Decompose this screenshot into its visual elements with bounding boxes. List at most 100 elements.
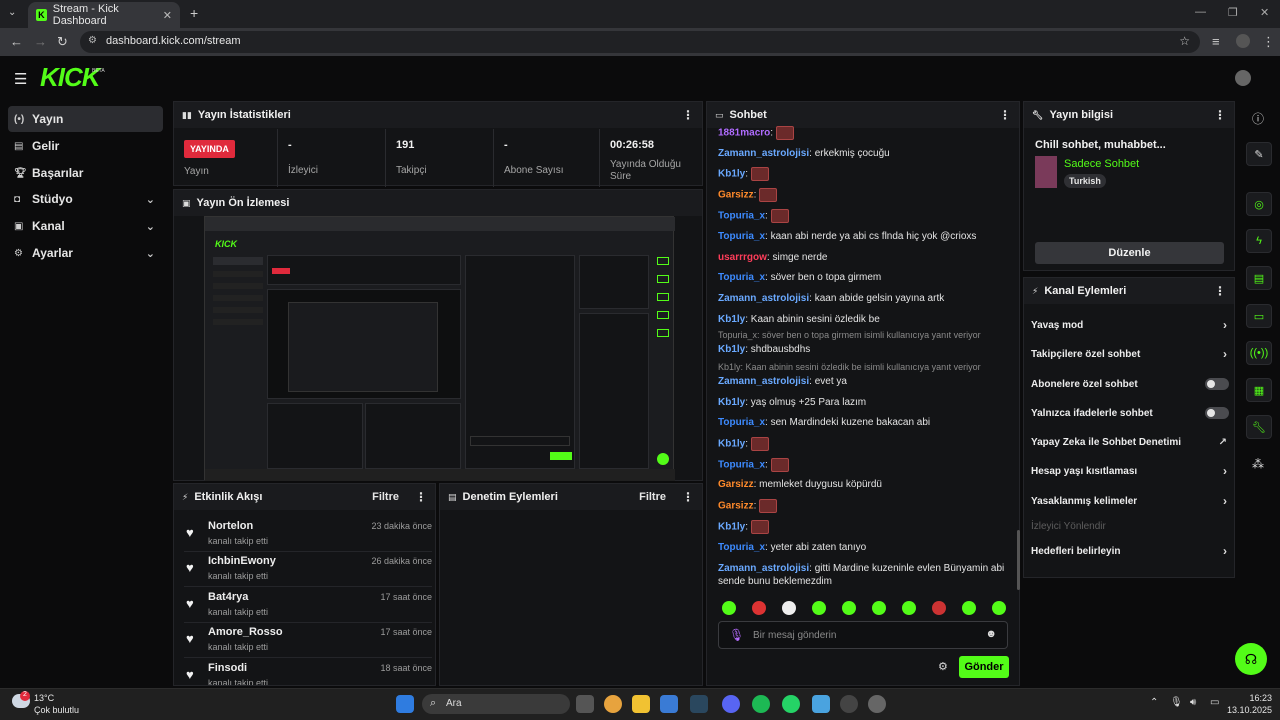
chat-message[interactable]: Kb1ly: yaş olmuş +25 Para lazım xyxy=(718,396,1018,409)
volume-icon[interactable]: 🔊︎ xyxy=(1190,697,1196,708)
chat-message[interactable]: Zamann_astrolojisi: evet ya xyxy=(718,375,1018,388)
emote-icon[interactable] xyxy=(842,601,856,615)
reload-icon[interactable]: ↻ xyxy=(57,34,68,50)
task-view-icon[interactable] xyxy=(576,695,594,713)
chat-username[interactable]: Garsizz xyxy=(718,479,754,490)
windows-start-icon[interactable] xyxy=(396,695,414,713)
action-account-age[interactable]: Hesap yaşı kısıtlaması › xyxy=(1031,459,1231,483)
emoji-picker-icon[interactable]: ☻ xyxy=(985,628,997,640)
toggle-switch[interactable] xyxy=(1205,407,1229,419)
profile-avatar-icon[interactable] xyxy=(1236,34,1250,48)
toggle-switch[interactable] xyxy=(1205,378,1229,390)
emote-icon[interactable] xyxy=(812,601,826,615)
store-icon[interactable] xyxy=(660,695,678,713)
emote-icon[interactable] xyxy=(782,601,796,615)
chat-username[interactable]: Zamann_astrolojisi xyxy=(718,293,809,304)
chat-message[interactable]: Kb1ly: xyxy=(718,437,1018,451)
chat-message[interactable]: usarrrgow: simge nerde xyxy=(718,251,1018,264)
chat-message[interactable]: Topuria_x: yeter abi zaten tanıyo xyxy=(718,541,1018,554)
taskbar-search[interactable]: ⌕ Ara xyxy=(422,694,570,714)
hamburger-menu-icon[interactable]: ☰ xyxy=(14,70,27,88)
chat-username[interactable]: usarrrgow xyxy=(718,252,767,263)
more-options-icon[interactable]: ⋮ xyxy=(682,108,694,122)
chat-message[interactable]: 1881macro: xyxy=(718,126,1018,140)
tray-chevron-icon[interactable]: ⌃ xyxy=(1150,697,1158,708)
chat-message[interactable]: Garsizz: xyxy=(718,188,1018,202)
list-item[interactable]: ♥ Bat4rya kanalı takip etti 17 saat önce xyxy=(184,589,432,623)
forward-icon[interactable]: → xyxy=(34,34,47,49)
file-explorer-icon[interactable] xyxy=(632,695,650,713)
user-avatar[interactable] xyxy=(1235,70,1251,86)
emote-icon[interactable] xyxy=(752,601,766,615)
chat-message[interactable]: Topuria_x: sen Mardindeki kuzene bakacan… xyxy=(718,416,1018,429)
sidebar-item-basarilar[interactable]: 🏆︎ Başarılar xyxy=(8,160,163,186)
chat-username[interactable]: Topuria_x xyxy=(718,417,765,428)
broadcast-icon[interactable]: ((•)) xyxy=(1246,341,1272,365)
discord-icon[interactable] xyxy=(722,695,740,713)
list-item[interactable]: ♥ IchbinEwony kanalı takip etti 26 dakik… xyxy=(184,553,432,587)
chat-message[interactable]: Kb1ly: xyxy=(718,167,1018,181)
chat-username[interactable]: Topuria_x xyxy=(718,542,765,553)
microphone-icon[interactable]: 🎙︎ xyxy=(729,628,744,642)
chat-message[interactable]: Topuria_x: kaan abi nerde ya abi cs flnd… xyxy=(718,230,1018,243)
chat-input[interactable]: 🎙︎ Bir mesaj gönderin ☻ xyxy=(718,621,1008,649)
sidebar-item-studyo[interactable]: ◘ Stüdyo ⌄ xyxy=(8,186,163,212)
send-button[interactable]: Gönder xyxy=(959,656,1009,678)
chat-username[interactable]: Topuria_x xyxy=(718,460,765,471)
chat-username[interactable]: Topuria_x xyxy=(718,211,765,222)
chat-bubble-icon[interactable]: ▭ xyxy=(1246,304,1272,328)
filter-button[interactable]: Filtre xyxy=(372,491,399,503)
chat-message[interactable]: Kb1ly: Kaan abinin sesini özledik be xyxy=(718,313,1018,326)
network-icon[interactable]: ▭ xyxy=(1210,697,1219,708)
minimize-icon[interactable]: — xyxy=(1195,6,1206,18)
kick-logo[interactable]: KICK xyxy=(40,62,101,93)
chat-username[interactable]: Garsizz xyxy=(718,501,754,512)
action-followers-only[interactable]: Takipçilere özel sohbet › xyxy=(1031,342,1231,366)
support-headset-icon[interactable]: ☊ xyxy=(1235,643,1267,675)
chat-username[interactable]: Garsizz xyxy=(718,190,754,201)
whatsapp-icon[interactable] xyxy=(782,695,800,713)
chat-message[interactable]: Topuria_x: xyxy=(718,458,1018,472)
close-tab-icon[interactable]: ✕ xyxy=(163,9,172,22)
tab-list-icon[interactable]: ⌄ xyxy=(8,7,16,18)
filter-button[interactable]: Filtre xyxy=(639,491,666,503)
spotify-icon[interactable] xyxy=(752,695,770,713)
more-options-icon[interactable]: ⋮ xyxy=(999,108,1011,122)
sidebar-item-yayin[interactable]: (•) Yayın xyxy=(8,106,163,132)
emote-icon[interactable] xyxy=(932,601,946,615)
chat-username[interactable]: Kb1ly xyxy=(718,314,745,325)
sidebar-item-ayarlar[interactable]: ⚙ Ayarlar ⌄ xyxy=(8,240,163,266)
category-name[interactable]: Sadece Sohbet xyxy=(1064,158,1139,170)
chat-message[interactable]: Topuria_x: söver ben o topa girmem xyxy=(718,271,1018,284)
emote-icon[interactable] xyxy=(902,601,916,615)
action-ai-moderation[interactable]: Yapay Zeka ile Sohbet Denetimi ↗ xyxy=(1031,430,1231,454)
edit-button[interactable]: Düzenle xyxy=(1035,242,1224,264)
chrome-icon[interactable] xyxy=(604,695,622,713)
sidebar-item-gelir[interactable]: ▤ Gelir xyxy=(8,133,163,159)
extensions-icon[interactable]: ≡ xyxy=(1212,34,1220,49)
list-item[interactable]: ♥ Finsodi kanalı takip etti 18 saat önce xyxy=(184,660,432,685)
info-icon[interactable]: ⓘ xyxy=(1252,110,1264,127)
list-item[interactable]: ♥ Nortelon kanalı takip etti 23 dakika ö… xyxy=(184,518,432,552)
app-icon[interactable] xyxy=(812,695,830,713)
more-options-icon[interactable]: ⋮ xyxy=(415,490,427,504)
url-field[interactable]: ⚙ dashboard.kick.com/stream ☆ xyxy=(80,31,1200,53)
chat-message[interactable]: Kb1ly: xyxy=(718,520,1018,534)
site-info-icon[interactable]: ⚙ xyxy=(88,35,97,46)
bookmark-star-icon[interactable]: ☆ xyxy=(1179,34,1190,48)
chat-message[interactable]: Zamann_astrolojisi: gitti Mardine kuzeni… xyxy=(718,562,1018,588)
layout-icon[interactable]: ▦ xyxy=(1246,378,1272,402)
sidebar-item-kanal[interactable]: ▣ Kanal ⌄ xyxy=(8,213,163,239)
obs-icon[interactable] xyxy=(840,695,858,713)
chat-username[interactable]: Kb1ly xyxy=(718,522,745,533)
action-banned-words[interactable]: Yasaklanmış kelimeler › xyxy=(1031,489,1231,513)
chat-username[interactable]: Kb1ly xyxy=(718,439,745,450)
browser-tab[interactable]: K Stream - Kick Dashboard ✕ xyxy=(28,2,180,28)
more-tools-icon[interactable]: ⁂ xyxy=(1252,457,1264,471)
chat-username[interactable]: Topuria_x xyxy=(718,272,765,283)
back-icon[interactable]: ← xyxy=(10,34,23,49)
list-item[interactable]: ♥ Amore_Rosso kanalı takip etti 17 saat … xyxy=(184,624,432,658)
chat-message[interactable]: Garsizz: memleket duygusu köpürdü xyxy=(718,478,1018,491)
emote-icon[interactable] xyxy=(722,601,736,615)
chat-settings-gear-icon[interactable]: ⚙ xyxy=(938,660,948,673)
